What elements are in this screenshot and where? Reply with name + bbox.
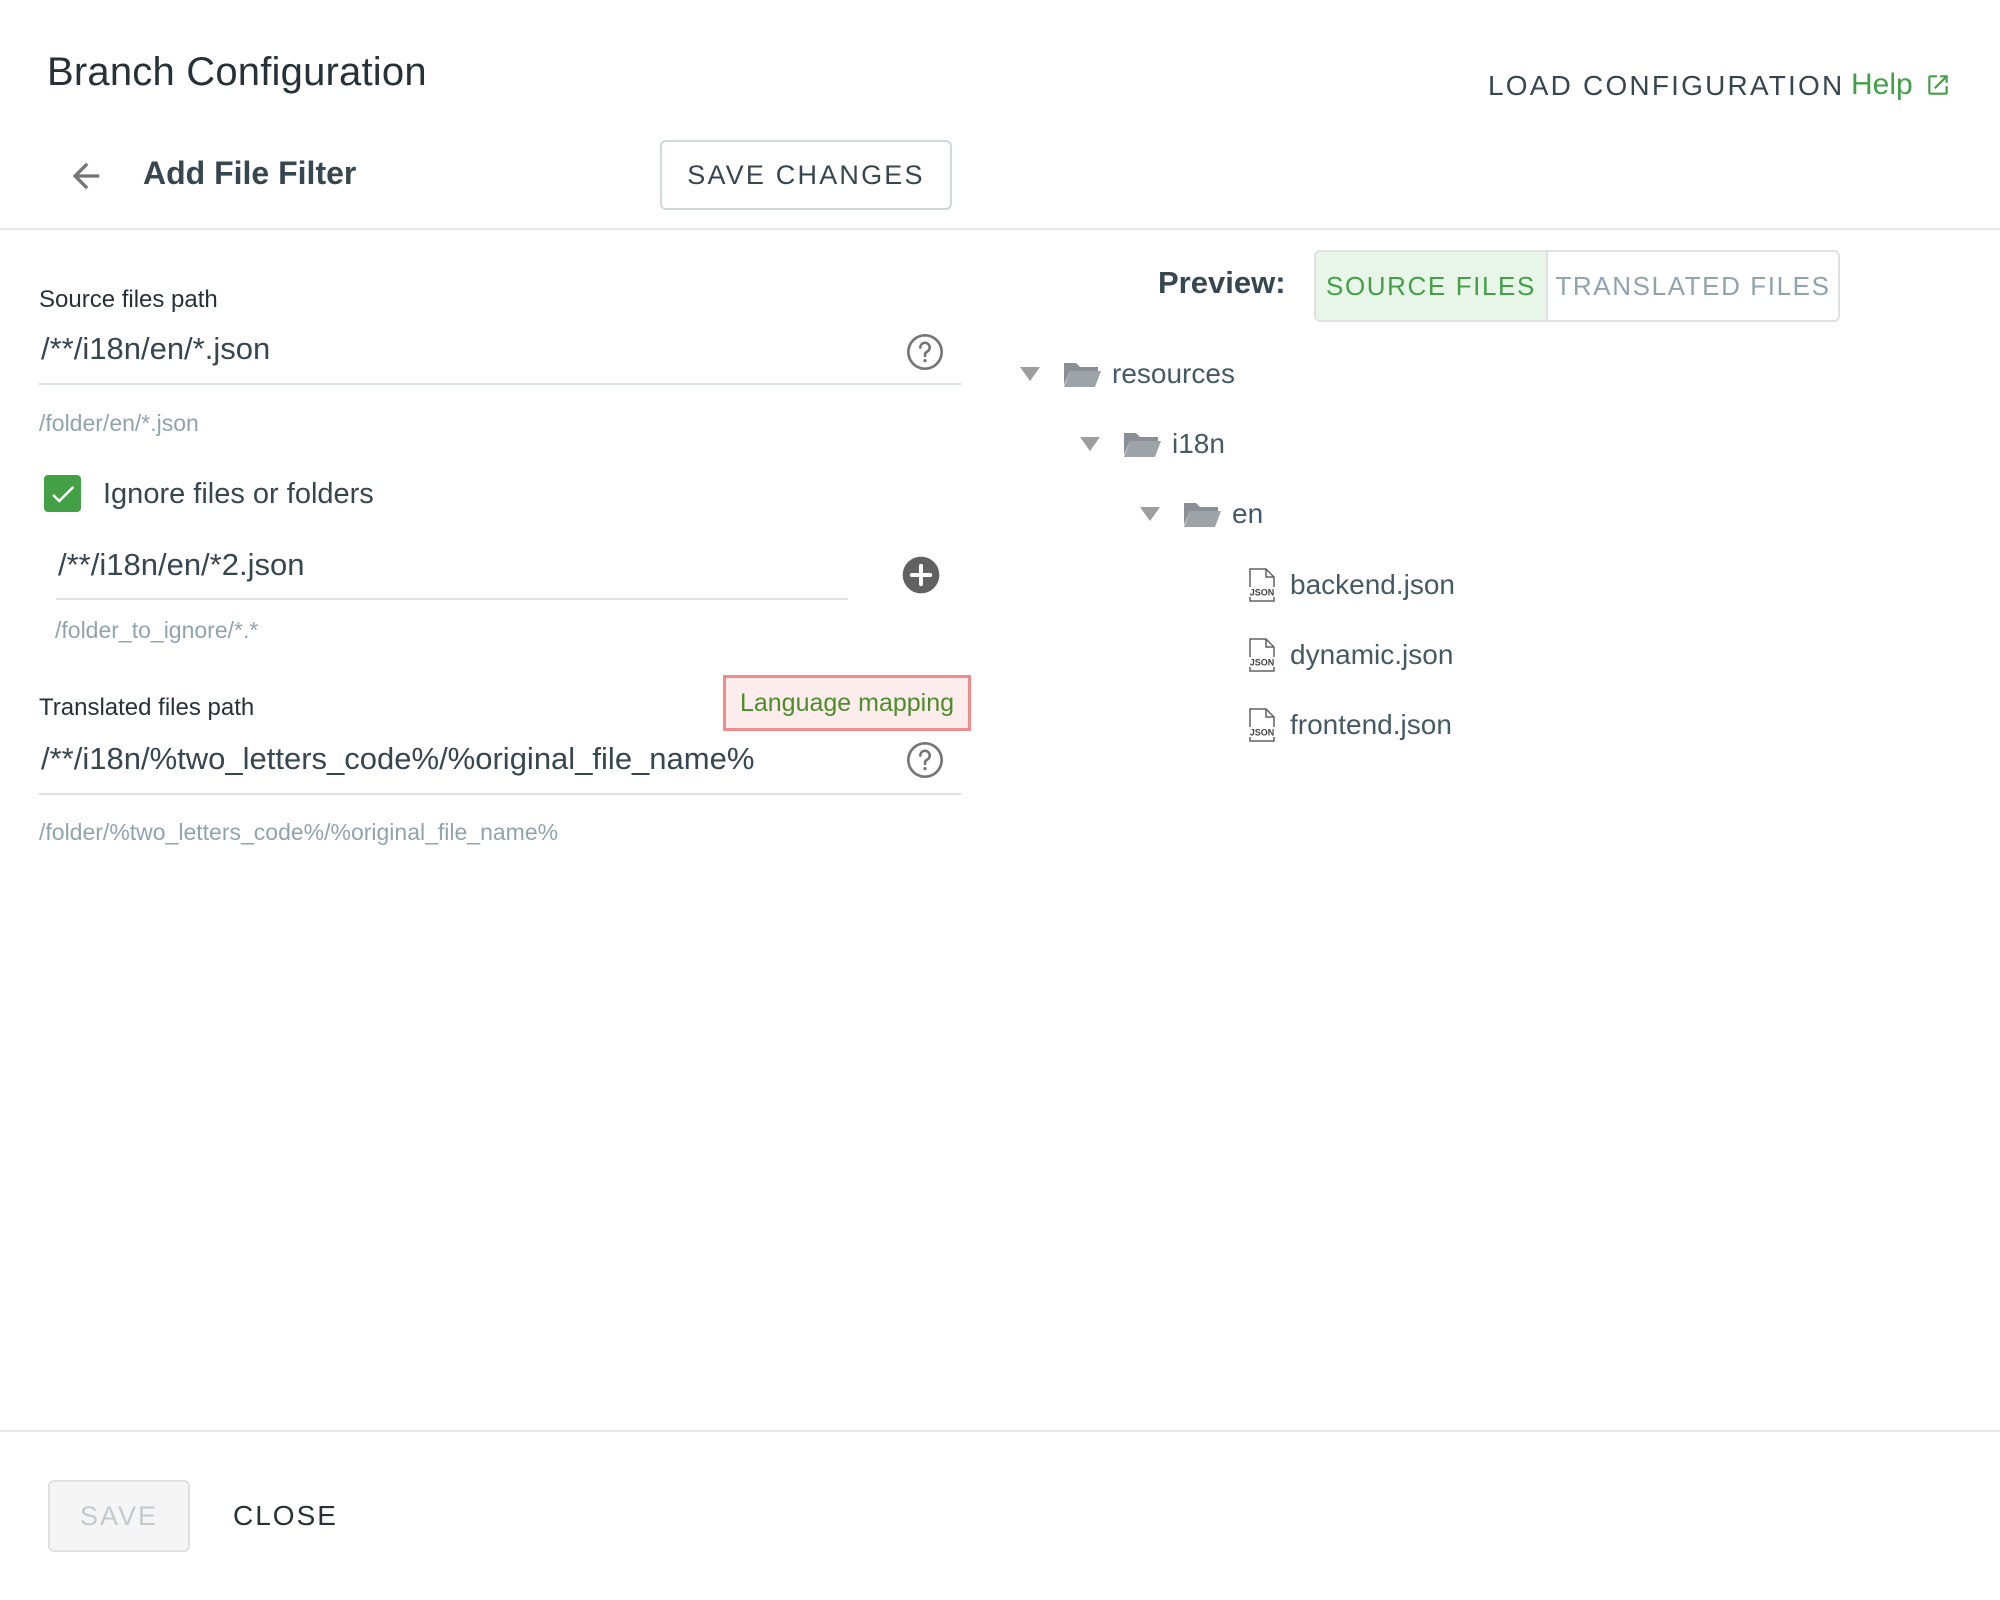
caret-down-icon[interactable] xyxy=(1140,507,1160,521)
tree-file-dynamic[interactable]: JSON dynamic.json xyxy=(1246,638,1453,672)
folder-open-icon xyxy=(1064,363,1101,387)
caret-down-icon[interactable] xyxy=(1080,437,1100,451)
source-path-underline xyxy=(39,383,961,385)
tree-folder-label: i18n xyxy=(1172,428,1225,459)
preview-label: Preview: xyxy=(1158,265,1286,300)
tree-folder-label: resources xyxy=(1112,358,1235,389)
json-file-icon: JSON xyxy=(1247,568,1277,602)
tree-file-frontend[interactable]: JSON frontend.json xyxy=(1246,708,1452,742)
json-file-icon: JSON xyxy=(1247,638,1277,672)
tree-file-label: backend.json xyxy=(1290,569,1456,600)
translated-path-input[interactable]: /**/i18n/%two_letters_code%/%original_fi… xyxy=(41,741,754,777)
ignore-checkbox-label: Ignore files or folders xyxy=(103,478,374,510)
svg-text:JSON: JSON xyxy=(1250,588,1275,598)
tab-translated-files[interactable]: TRANSLATED FILES xyxy=(1548,252,1838,320)
divider xyxy=(0,1430,2000,1432)
help-label: Help xyxy=(1851,68,1913,101)
close-button[interactable]: CLOSE xyxy=(233,1500,338,1532)
folder-open-icon xyxy=(1124,433,1161,457)
source-path-hint: /folder/en/*.json xyxy=(39,410,199,436)
help-circle-icon[interactable] xyxy=(905,740,945,780)
save-changes-button[interactable]: SAVE CHANGES xyxy=(660,140,952,210)
tree-folder-i18n[interactable]: i18n xyxy=(1080,428,1225,460)
page-title: Branch Configuration xyxy=(47,50,427,94)
tree-file-label: dynamic.json xyxy=(1290,639,1454,670)
tab-source-files[interactable]: SOURCE FILES xyxy=(1316,252,1548,320)
source-path-label: Source files path xyxy=(39,286,218,313)
tree-folder-label: en xyxy=(1232,498,1264,529)
json-file-icon: JSON xyxy=(1247,708,1277,742)
tree-file-backend[interactable]: JSON backend.json xyxy=(1246,568,1455,602)
help-link[interactable]: Help xyxy=(1851,68,1951,102)
load-configuration-button[interactable]: LOAD CONFIGURATION xyxy=(1488,70,1844,102)
svg-text:JSON: JSON xyxy=(1250,728,1275,738)
translated-path-underline xyxy=(39,793,961,795)
external-link-icon xyxy=(1927,75,1948,95)
ignore-checkbox[interactable] xyxy=(44,475,81,512)
ignore-path-hint: /folder_to_ignore/*.* xyxy=(55,617,259,643)
tree-file-label: frontend.json xyxy=(1290,709,1452,740)
section-title: Add File Filter xyxy=(143,155,357,191)
preview-toggle: SOURCE FILES TRANSLATED FILES xyxy=(1314,250,1840,322)
folder-open-icon xyxy=(1184,503,1221,527)
check-icon xyxy=(51,485,74,503)
caret-down-icon[interactable] xyxy=(1020,367,1040,381)
help-circle-icon[interactable] xyxy=(905,332,945,372)
ignore-path-underline xyxy=(56,598,848,600)
language-mapping-link[interactable]: Language mapping xyxy=(723,675,971,731)
add-circle-icon[interactable] xyxy=(901,555,941,595)
svg-text:JSON: JSON xyxy=(1250,658,1275,668)
divider xyxy=(0,228,2000,230)
tree-folder-en[interactable]: en xyxy=(1140,498,1263,530)
translated-path-label: Translated files path xyxy=(39,694,255,721)
tree-folder-resources[interactable]: resources xyxy=(1020,358,1235,390)
arrow-back-icon[interactable] xyxy=(66,156,106,196)
save-button[interactable]: SAVE xyxy=(48,1480,190,1552)
translated-path-hint: /folder/%two_letters_code%/%original_fil… xyxy=(39,819,559,845)
ignore-path-input[interactable]: /**/i18n/en/*2.json xyxy=(58,547,304,583)
source-path-input[interactable]: /**/i18n/en/*.json xyxy=(41,331,270,367)
